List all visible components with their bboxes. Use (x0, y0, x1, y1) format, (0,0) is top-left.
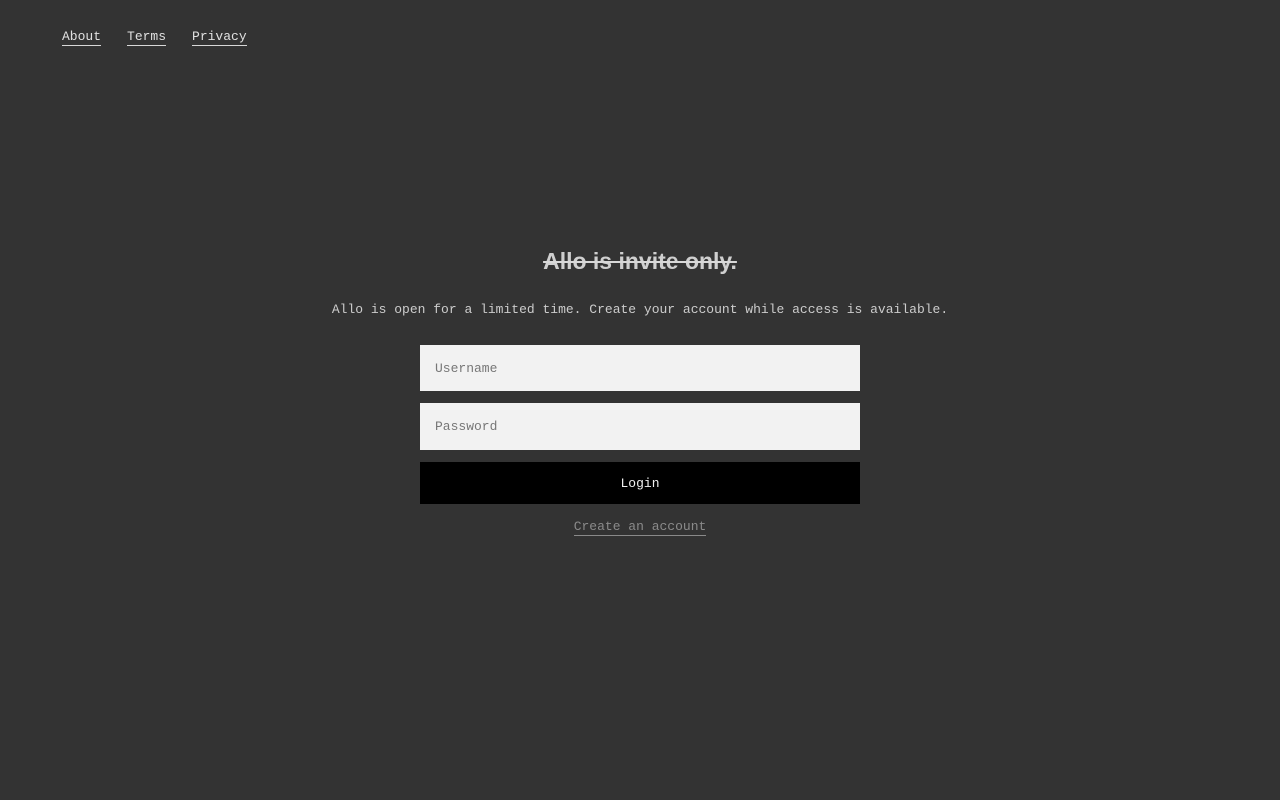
page-title-text: Allo is invite only. (543, 248, 737, 274)
create-account-link[interactable]: Create an account (573, 519, 707, 536)
login-main: Allo is invite only. Allo is open for a … (0, 0, 1280, 800)
username-input[interactable] (420, 345, 860, 391)
page-subtitle: Allo is open for a limited time. Create … (331, 302, 949, 317)
login-button[interactable]: Login (420, 462, 860, 504)
page-title: Allo is invite only. (0, 246, 1280, 276)
create-account-wrap: Create an account (420, 517, 860, 536)
login-form: Login Create an account (420, 345, 860, 536)
password-input[interactable] (420, 403, 860, 450)
